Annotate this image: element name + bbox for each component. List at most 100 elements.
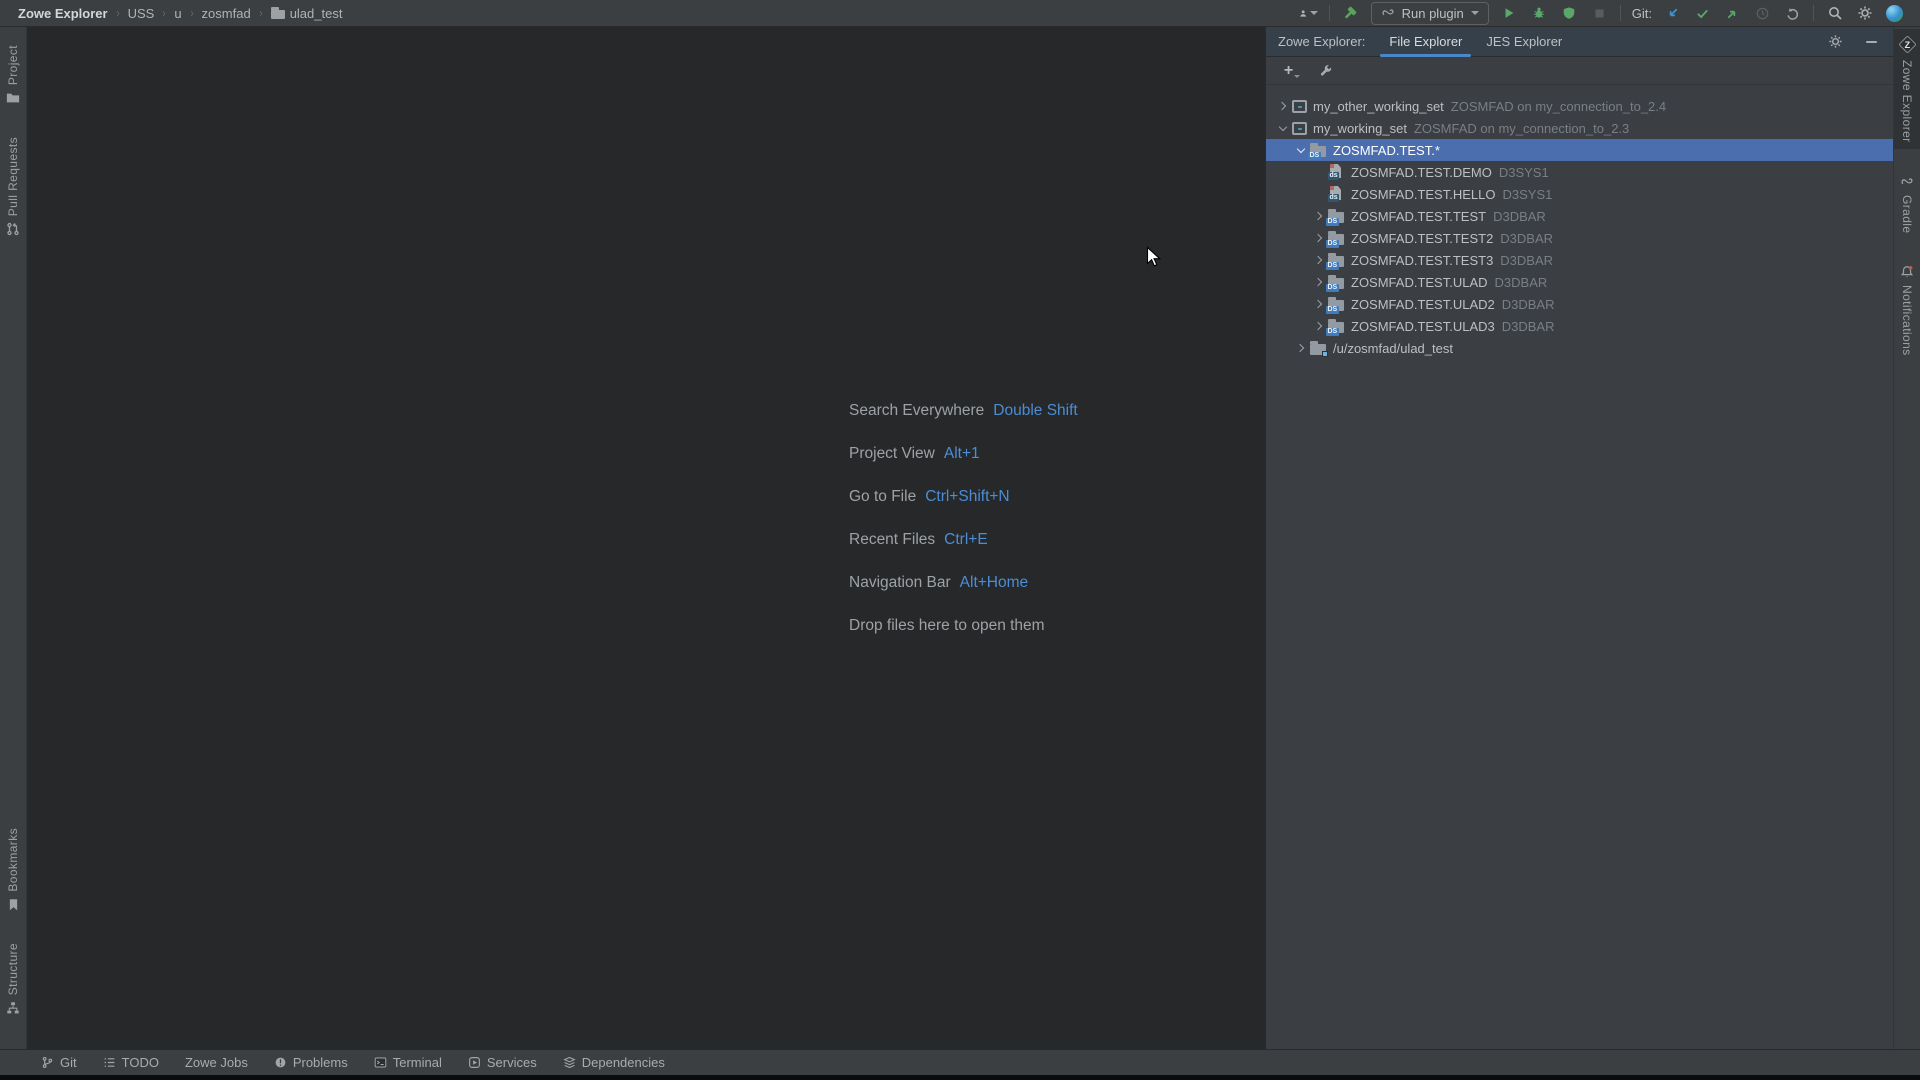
tab-file-explorer[interactable]: File Explorer xyxy=(1385,27,1466,57)
statusbar-item-terminal[interactable]: Terminal xyxy=(361,1050,455,1075)
statusbar-item-git[interactable]: Git xyxy=(28,1050,90,1075)
tree-toggle-collapsed-icon[interactable] xyxy=(1310,293,1327,315)
git-update-icon[interactable] xyxy=(1663,4,1682,23)
tool-window-minimize-icon[interactable] xyxy=(1862,32,1881,51)
toolbar-divider xyxy=(1620,5,1621,21)
git-push-icon[interactable] xyxy=(1723,4,1742,23)
toolbar-actions: Run pluginGit: xyxy=(1299,2,1908,25)
tree-toggle-collapsed-icon[interactable] xyxy=(1310,249,1327,271)
editor-hint-row: Project ViewAlt+1 xyxy=(849,432,1078,475)
breadcrumb-item-zowe-explorer[interactable]: Zowe Explorer xyxy=(18,6,108,21)
code-with-me-users-icon[interactable] xyxy=(1299,4,1318,23)
tool-window-toolbar: + xyxy=(1266,57,1893,85)
tree-toggle-collapsed-icon[interactable] xyxy=(1310,271,1327,293)
statusbar-item-zowe-jobs[interactable]: Zowe Jobs xyxy=(172,1050,261,1075)
services-icon xyxy=(468,1056,481,1069)
editor-hint-row: Recent FilesCtrl+E xyxy=(849,518,1078,561)
statusbar-item-todo[interactable]: TODO xyxy=(90,1050,172,1075)
editor-hint-row: Drop files here to open them xyxy=(849,604,1078,647)
breadcrumb-item-uss[interactable]: USS xyxy=(128,6,155,21)
tree-row-my-working-set[interactable]: my_working_setZOSMFAD on my_connection_t… xyxy=(1266,117,1893,139)
history-icon[interactable] xyxy=(1753,4,1772,23)
breadcrumb-separator: › xyxy=(190,6,193,20)
tree-row-zosmfad-test-ulad[interactable]: DSZOSMFAD.TEST.ULADD3DBAR xyxy=(1266,271,1893,293)
git-commit-icon[interactable] xyxy=(1693,4,1712,23)
stripe-button-pull-requests[interactable]: Pull Requests xyxy=(0,131,26,242)
tree-toggle-collapsed-icon[interactable] xyxy=(1274,95,1291,117)
stripe-button-notifications[interactable]: Notifications xyxy=(1894,259,1920,362)
todo-icon xyxy=(103,1056,116,1069)
partitioned-dataset-icon: DS xyxy=(1328,208,1345,224)
add-button[interactable]: + xyxy=(1279,61,1298,80)
settings-wrench-icon[interactable] xyxy=(1316,61,1335,80)
dataset-mask-icon: DS xyxy=(1310,142,1327,158)
tree-toggle-collapsed-icon[interactable] xyxy=(1310,205,1327,227)
breadcrumb-separator: › xyxy=(259,6,262,20)
stripe-button-zowe-explorer[interactable]: ZZowe Explorer xyxy=(1894,29,1920,149)
search-everywhere-icon[interactable] xyxy=(1825,4,1844,23)
run-icon[interactable] xyxy=(1500,4,1519,23)
tree-row-zosmfad-test-ulad2[interactable]: DSZOSMFAD.TEST.ULAD2D3DBAR xyxy=(1266,293,1893,315)
file-explorer-tree: my_other_working_setZOSMFAD on my_connec… xyxy=(1266,85,1893,1049)
statusbar-item-services[interactable]: Services xyxy=(455,1050,550,1075)
stripe-button-bookmarks[interactable]: Bookmarks xyxy=(0,822,26,917)
stripe-button-project[interactable]: Project xyxy=(0,39,26,111)
partitioned-dataset-icon: DS xyxy=(1328,296,1345,312)
problems-icon xyxy=(274,1056,287,1069)
sequential-dataset-icon: ds xyxy=(1328,186,1345,202)
breadcrumb-item-u[interactable]: u xyxy=(174,6,181,21)
breadcrumb-item-ulad-test[interactable]: ulad_test xyxy=(271,6,343,21)
tree-row--u-zosmfad-ulad-test[interactable]: /u/zosmfad/ulad_test xyxy=(1266,337,1893,359)
sequential-dataset-icon: ds xyxy=(1328,164,1345,180)
toolbar-divider xyxy=(1813,5,1814,21)
tree-indent xyxy=(1310,183,1327,205)
tree-toggle-collapsed-icon[interactable] xyxy=(1310,315,1327,337)
dependencies-icon xyxy=(563,1056,576,1069)
bookmark-icon xyxy=(7,898,20,911)
right-tool-window-stripe: ZZowe Explorer Gradle Notifications xyxy=(1893,27,1920,1049)
profile-icon[interactable] xyxy=(1885,4,1904,23)
tool-window-tabs: File Explorer JES Explorer xyxy=(1385,27,1582,56)
tree-toggle-collapsed-icon[interactable] xyxy=(1292,337,1309,359)
tree-row-zosmfad-test-test[interactable]: DSZOSMFAD.TEST.TESTD3DBAR xyxy=(1266,205,1893,227)
zowe-explorer-tool-window: Zowe Explorer: File ExplorerJES Explorer… xyxy=(1265,27,1893,1049)
tool-window-settings-gear-icon[interactable] xyxy=(1826,32,1845,51)
partitioned-dataset-icon: DS xyxy=(1328,274,1345,290)
tree-row-zosmfad-test-demo[interactable]: dsZOSMFAD.TEST.DEMOD3SYS1 xyxy=(1266,161,1893,183)
stripe-button-structure[interactable]: Structure xyxy=(0,937,26,1021)
tree-row-my-other-working-set[interactable]: my_other_working_setZOSMFAD on my_connec… xyxy=(1266,95,1893,117)
tree-row-zosmfad-test-test2[interactable]: DSZOSMFAD.TEST.TEST2D3DBAR xyxy=(1266,227,1893,249)
structure-icon xyxy=(6,1001,20,1015)
editor-empty-area[interactable]: Search EverywhereDouble ShiftProject Vie… xyxy=(27,27,1265,1049)
tree-toggle-expanded-icon[interactable] xyxy=(1292,139,1309,161)
tree-row-zosmfad-test-hello[interactable]: dsZOSMFAD.TEST.HELLOD3SYS1 xyxy=(1266,183,1893,205)
partitioned-dataset-icon: DS xyxy=(1328,230,1345,246)
working-set-icon xyxy=(1292,122,1307,135)
chevron-down-icon xyxy=(1471,11,1479,15)
tree-toggle-collapsed-icon[interactable] xyxy=(1310,227,1327,249)
toolbar-divider xyxy=(1329,5,1330,21)
terminal-icon xyxy=(374,1056,387,1069)
left-stripe-bottom: Bookmarks Structure xyxy=(0,822,26,1041)
tab-jes-explorer[interactable]: JES Explorer xyxy=(1482,27,1566,57)
run-configuration-select[interactable]: Run plugin xyxy=(1371,2,1489,25)
rollback-icon[interactable] xyxy=(1783,4,1802,23)
tree-row-zosmfad-test-test3[interactable]: DSZOSMFAD.TEST.TEST3D3DBAR xyxy=(1266,249,1893,271)
tree-toggle-expanded-icon[interactable] xyxy=(1274,117,1291,139)
build-hammer-icon[interactable] xyxy=(1341,4,1360,23)
run-with-coverage-icon[interactable] xyxy=(1560,4,1579,23)
bell-icon xyxy=(1900,265,1914,279)
gradle-icon xyxy=(1900,175,1914,189)
breadcrumb-item-zosmfad[interactable]: zosmfad xyxy=(202,6,251,21)
stripe-button-gradle[interactable]: Gradle xyxy=(1894,169,1920,239)
stop-icon[interactable] xyxy=(1590,4,1609,23)
left-tool-window-stripe: Project Pull Requests Bookmarks Structure xyxy=(0,27,27,1049)
editor-hint-row: Search EverywhereDouble Shift xyxy=(849,389,1078,432)
tree-row-zosmfad-test-ulad3[interactable]: DSZOSMFAD.TEST.ULAD3D3DBAR xyxy=(1266,315,1893,337)
tree-row-zosmfad-test-[interactable]: DSZOSMFAD.TEST.* xyxy=(1266,139,1893,161)
statusbar-item-problems[interactable]: Problems xyxy=(261,1050,361,1075)
statusbar-item-dependencies[interactable]: Dependencies xyxy=(550,1050,678,1075)
breadcrumb-separator: › xyxy=(116,6,119,20)
debug-icon[interactable] xyxy=(1530,4,1549,23)
settings-icon[interactable] xyxy=(1855,4,1874,23)
